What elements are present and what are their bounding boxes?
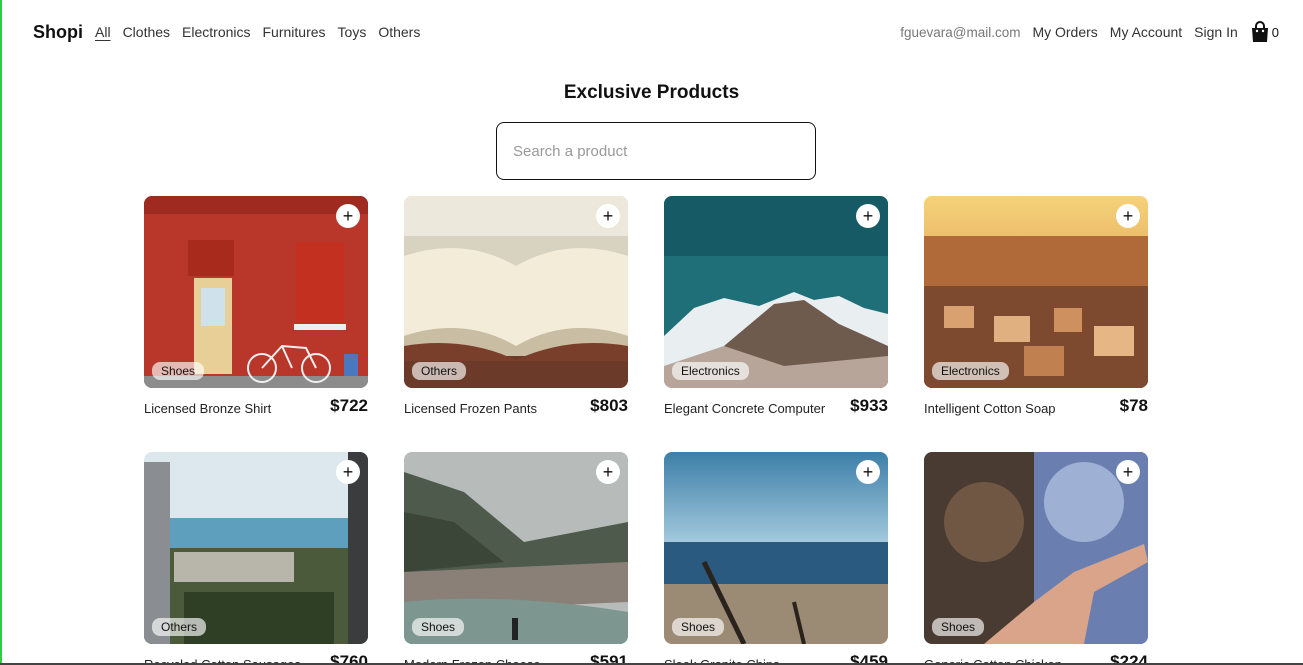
product-name: Intelligent Cotton Soap	[924, 401, 1056, 416]
product-meta: Intelligent Cotton Soap $78	[924, 396, 1148, 416]
plus-icon: +	[1122, 462, 1134, 482]
nav-left: Shopi All Clothes Electronics Furnitures…	[33, 22, 432, 43]
product-image: Shoes +	[924, 452, 1148, 644]
product-image: Electronics +	[664, 196, 888, 388]
plus-icon: +	[342, 462, 354, 482]
product-meta: Licensed Frozen Pants $803	[404, 396, 628, 416]
plus-icon: +	[862, 206, 874, 226]
user-email: fguevara@mail.com	[900, 24, 1021, 40]
product-image: Shoes +	[144, 196, 368, 388]
category-badge: Shoes	[152, 362, 205, 380]
category-badge: Shoes	[672, 618, 725, 636]
plus-icon: +	[1122, 206, 1134, 226]
page-title: Exclusive Products	[563, 82, 740, 103]
category-badge: Others	[412, 362, 467, 380]
product-price: $803	[590, 396, 628, 415]
product-card[interactable]: Electronics + Elegant Concrete Computer …	[664, 196, 888, 416]
nav-link-clothes[interactable]: Clothes	[123, 24, 170, 40]
nav-link-furnitures[interactable]: Furnitures	[263, 24, 326, 40]
product-card[interactable]: Others + Licensed Frozen Pants $803	[404, 196, 628, 416]
top-navbar: Shopi All Clothes Electronics Furnitures…	[0, 0, 1303, 64]
product-card[interactable]: Shoes + Licensed Bronze Shirt $722	[144, 196, 368, 416]
cart-count: 0	[1271, 24, 1279, 40]
product-grid: Shoes + Licensed Bronze Shirt $722 Other…	[144, 196, 1148, 665]
add-to-cart-button[interactable]: +	[336, 204, 360, 228]
add-to-cart-button[interactable]: +	[1116, 204, 1140, 228]
plus-icon: +	[342, 206, 354, 226]
product-image: Shoes +	[664, 452, 888, 644]
nav-link-others[interactable]: Others	[378, 24, 420, 40]
plus-icon: +	[862, 462, 874, 482]
plus-icon: +	[602, 206, 614, 226]
product-card[interactable]: Shoes + Modern Frozen Cheese $591	[404, 452, 628, 665]
product-image: Shoes +	[404, 452, 628, 644]
add-to-cart-button[interactable]: +	[596, 460, 620, 484]
my-account-link[interactable]: My Account	[1110, 24, 1182, 40]
add-to-cart-button[interactable]: +	[596, 204, 620, 228]
category-badge: Electronics	[672, 362, 749, 380]
product-card[interactable]: Shoes + Sleek Granite Chips $459	[664, 452, 888, 665]
sign-in-link[interactable]: Sign In	[1194, 24, 1238, 40]
nav-link-electronics[interactable]: Electronics	[182, 24, 250, 40]
cart-button[interactable]: 0	[1250, 21, 1279, 43]
product-name: Licensed Bronze Shirt	[144, 401, 272, 416]
add-to-cart-button[interactable]: +	[856, 460, 880, 484]
add-to-cart-button[interactable]: +	[856, 204, 880, 228]
category-badge: Shoes	[932, 618, 985, 636]
product-image: Electronics +	[924, 196, 1148, 388]
my-orders-link[interactable]: My Orders	[1032, 24, 1097, 40]
product-image: Others +	[144, 452, 368, 644]
nav-link-toys[interactable]: Toys	[338, 24, 367, 40]
add-to-cart-button[interactable]: +	[1116, 460, 1140, 484]
category-badge: Shoes	[412, 618, 465, 636]
nav-link-all[interactable]: All	[95, 24, 111, 40]
product-meta: Elegant Concrete Computer $933	[664, 396, 888, 416]
shopping-bag-icon	[1251, 21, 1268, 42]
product-price: $933	[850, 396, 888, 415]
product-price: $722	[330, 396, 368, 415]
category-badge: Electronics	[932, 362, 1009, 380]
product-price: $78	[1119, 396, 1148, 415]
add-to-cart-button[interactable]: +	[336, 460, 360, 484]
brand-logo[interactable]: Shopi	[33, 22, 83, 43]
product-meta: Licensed Bronze Shirt $722	[144, 396, 368, 416]
product-card[interactable]: Electronics + Intelligent Cotton Soap $7…	[924, 196, 1148, 416]
product-name: Elegant Concrete Computer	[664, 401, 826, 416]
product-name: Licensed Frozen Pants	[404, 401, 537, 416]
product-card[interactable]: Shoes + Generic Cotton Chicken $224	[924, 452, 1148, 665]
product-card[interactable]: Others + Recycled Cotton Sausages $760	[144, 452, 368, 665]
plus-icon: +	[602, 462, 614, 482]
product-image: Others +	[404, 196, 628, 388]
nav-right: fguevara@mail.com My Orders My Account S…	[900, 21, 1279, 43]
search-input[interactable]	[496, 122, 816, 180]
category-badge: Others	[152, 618, 207, 636]
